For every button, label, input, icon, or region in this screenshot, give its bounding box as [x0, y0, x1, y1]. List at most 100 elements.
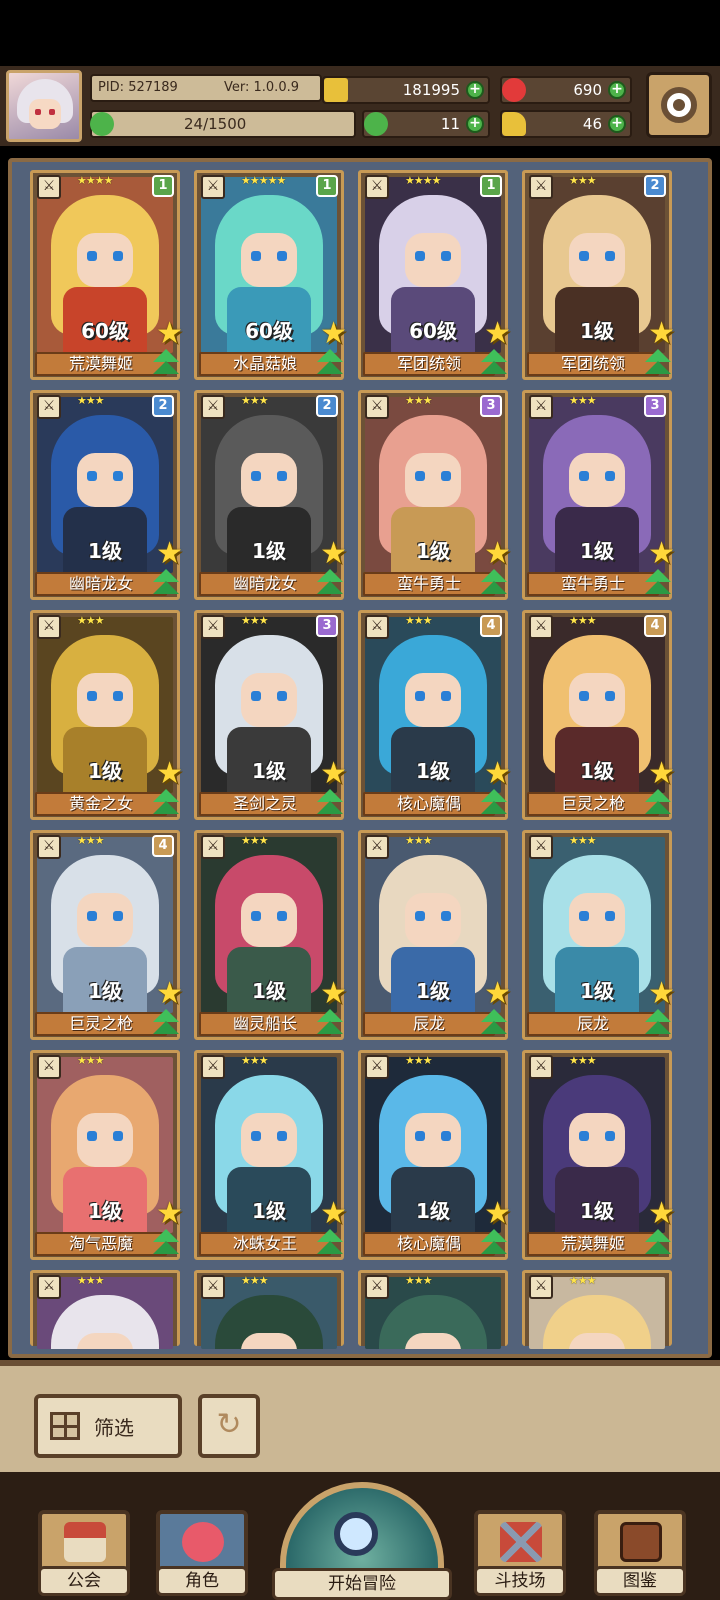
character-card[interactable]: ⚔ ★★★ 4 1级 巨灵之枪 ★: [522, 610, 675, 820]
weapon-type-icon: ⚔: [365, 615, 389, 639]
exp-bar: 24/1500: [90, 110, 356, 138]
character-card-partial[interactable]: ⚔ ★★★: [30, 1270, 180, 1349]
gold-value: 181995: [402, 81, 460, 99]
weapon-type-icon: ⚔: [529, 615, 553, 639]
nav-role-label: 角色: [156, 1566, 248, 1596]
star-rating: ★★★: [569, 834, 597, 847]
weapon-type-icon: ⚔: [365, 835, 389, 859]
character-card-partial[interactable]: ⚔ ★★★: [358, 1270, 508, 1349]
character-card[interactable]: ⚔ ★★★★ 1 60级 荒漠舞姬 ★: [30, 170, 183, 380]
add-gem-button[interactable]: +: [608, 81, 626, 99]
star-upgrade-icon: ★: [648, 536, 675, 571]
character-card[interactable]: ⚔ ★★★★★ 1 60级 水晶菇娘 ★: [194, 170, 347, 380]
card-name: 蛮牛勇士: [527, 572, 659, 596]
level-up-arrow-icon: [151, 569, 181, 599]
star-rating: ★★★★: [77, 174, 113, 187]
character-card[interactable]: ⚔ ★★★ 1级 辰龙 ★: [522, 830, 675, 1040]
refresh-icon: ↻: [216, 1407, 242, 1442]
nav-role[interactable]: 角色: [156, 1510, 248, 1596]
star-upgrade-icon: ★: [320, 1196, 347, 1231]
star-rating: ★★★: [405, 394, 433, 407]
star-rating: ★★★★: [405, 174, 441, 187]
weapon-type-icon: ⚔: [201, 1055, 225, 1079]
add-clover-button[interactable]: +: [466, 115, 484, 133]
rank-badge: 2: [152, 395, 174, 417]
nav-codex[interactable]: 图鉴: [594, 1510, 686, 1596]
star-rating: ★★★: [77, 1054, 105, 1067]
nav-guild[interactable]: 公会: [38, 1510, 130, 1596]
star-rating: ★★★: [569, 1054, 597, 1067]
star-rating: ★★★: [241, 1274, 269, 1287]
weapon-type-icon: ⚔: [529, 835, 553, 859]
clover-value: 11: [440, 115, 460, 133]
character-card[interactable]: ⚔ ★★★ 1级 幽灵船长 ★: [194, 830, 347, 1040]
card-name: 荒漠舞姬: [35, 352, 167, 376]
star-rating: ★★★: [569, 174, 597, 187]
star-rating: ★★★★★: [241, 174, 286, 187]
character-card[interactable]: ⚔ ★★★ 1级 淘气恶魔 ★: [30, 1050, 183, 1260]
red-gem-icon: [502, 78, 526, 102]
player-info-bar: PID: 527189 Ver: 1.0.0.9: [90, 74, 322, 102]
bottom-nav: 公会 角色 开始冒险 斗技场 图鉴: [0, 1472, 720, 1600]
weapon-type-icon: ⚔: [365, 395, 389, 419]
rank-badge: 3: [316, 615, 338, 637]
nav-adventure-label: 开始冒险: [272, 1568, 452, 1600]
player-avatar[interactable]: [6, 70, 82, 142]
weapon-type-icon: ⚔: [365, 175, 389, 199]
level-up-arrow-icon: [479, 1229, 509, 1259]
level-up-arrow-icon: [643, 1229, 673, 1259]
level-up-arrow-icon: [643, 349, 673, 379]
stamina-counter: 46 +: [500, 110, 632, 138]
character-card[interactable]: ⚔ ★★★★ 1 60级 军团统领 ★: [358, 170, 511, 380]
card-name: 荒漠舞姬: [527, 1232, 659, 1256]
filter-button[interactable]: 筛选: [34, 1394, 182, 1458]
card-name: 巨灵之枪: [527, 792, 659, 816]
level-up-arrow-icon: [315, 789, 345, 819]
star-rating: ★★★: [77, 394, 105, 407]
refresh-button[interactable]: ↻: [198, 1394, 260, 1458]
card-name: 黄金之女: [35, 792, 167, 816]
weapon-type-icon: ⚔: [37, 1275, 61, 1299]
character-card[interactable]: ⚔ ★★★ 2 1级 军团统领 ★: [522, 170, 675, 380]
star-rating: ★★★: [77, 834, 105, 847]
character-card[interactable]: ⚔ ★★★ 3 1级 蛮牛勇士 ★: [358, 390, 511, 600]
character-card-partial[interactable]: ⚔ ★★★: [194, 1270, 344, 1349]
card-name: 军团统领: [363, 352, 495, 376]
card-name: 蛮牛勇士: [363, 572, 495, 596]
weapon-type-icon: ⚔: [37, 615, 61, 639]
add-stamina-button[interactable]: +: [608, 115, 626, 133]
character-card[interactable]: ⚔ ★★★ 3 1级 圣剑之灵 ★: [194, 610, 347, 820]
book-icon: [620, 1522, 662, 1562]
magnifier-icon: [334, 1512, 378, 1556]
weapon-type-icon: ⚔: [37, 835, 61, 859]
card-name: 幽灵船长: [199, 1012, 331, 1036]
grid-filter-icon: [50, 1412, 80, 1440]
character-card-partial[interactable]: ⚔ ★★★: [522, 1270, 672, 1349]
nav-codex-label: 图鉴: [594, 1566, 686, 1596]
guild-house-icon: [64, 1522, 106, 1562]
version-label: Ver: 1.0.0.9: [224, 80, 299, 95]
level-up-arrow-icon: [643, 1009, 673, 1039]
add-gold-button[interactable]: +: [466, 81, 484, 99]
character-card[interactable]: ⚔ ★★★ 3 1级 蛮牛勇士 ★: [522, 390, 675, 600]
weapon-type-icon: ⚔: [201, 615, 225, 639]
character-card[interactable]: ⚔ ★★★ 1级 黄金之女 ★: [30, 610, 183, 820]
settings-button[interactable]: [646, 72, 712, 138]
star-upgrade-icon: ★: [320, 976, 347, 1011]
star-upgrade-icon: ★: [320, 316, 347, 351]
character-card[interactable]: ⚔ ★★★ 1级 辰龙 ★: [358, 830, 511, 1040]
character-card[interactable]: ⚔ ★★★ 4 1级 巨灵之枪 ★: [30, 830, 183, 1040]
character-card[interactable]: ⚔ ★★★ 4 1级 核心魔偶 ★: [358, 610, 511, 820]
character-card[interactable]: ⚔ ★★★ 1级 核心魔偶 ★: [358, 1050, 511, 1260]
card-name: 辰龙: [527, 1012, 659, 1036]
nav-start-adventure[interactable]: 开始冒险: [270, 1478, 454, 1600]
weapon-type-icon: ⚔: [365, 1275, 389, 1299]
character-card[interactable]: ⚔ ★★★ 1级 冰蛛女王 ★: [194, 1050, 347, 1260]
character-card[interactable]: ⚔ ★★★ 2 1级 幽暗龙女 ★: [194, 390, 347, 600]
star-upgrade-icon: ★: [156, 536, 183, 571]
clover-icon: [90, 112, 114, 136]
character-card[interactable]: ⚔ ★★★ 1级 荒漠舞姬 ★: [522, 1050, 675, 1260]
game-screen: PID: 527189 Ver: 1.0.0.9 24/1500 181995 …: [0, 0, 720, 1600]
character-card[interactable]: ⚔ ★★★ 2 1级 幽暗龙女 ★: [30, 390, 183, 600]
nav-arena[interactable]: 斗技场: [474, 1510, 566, 1596]
